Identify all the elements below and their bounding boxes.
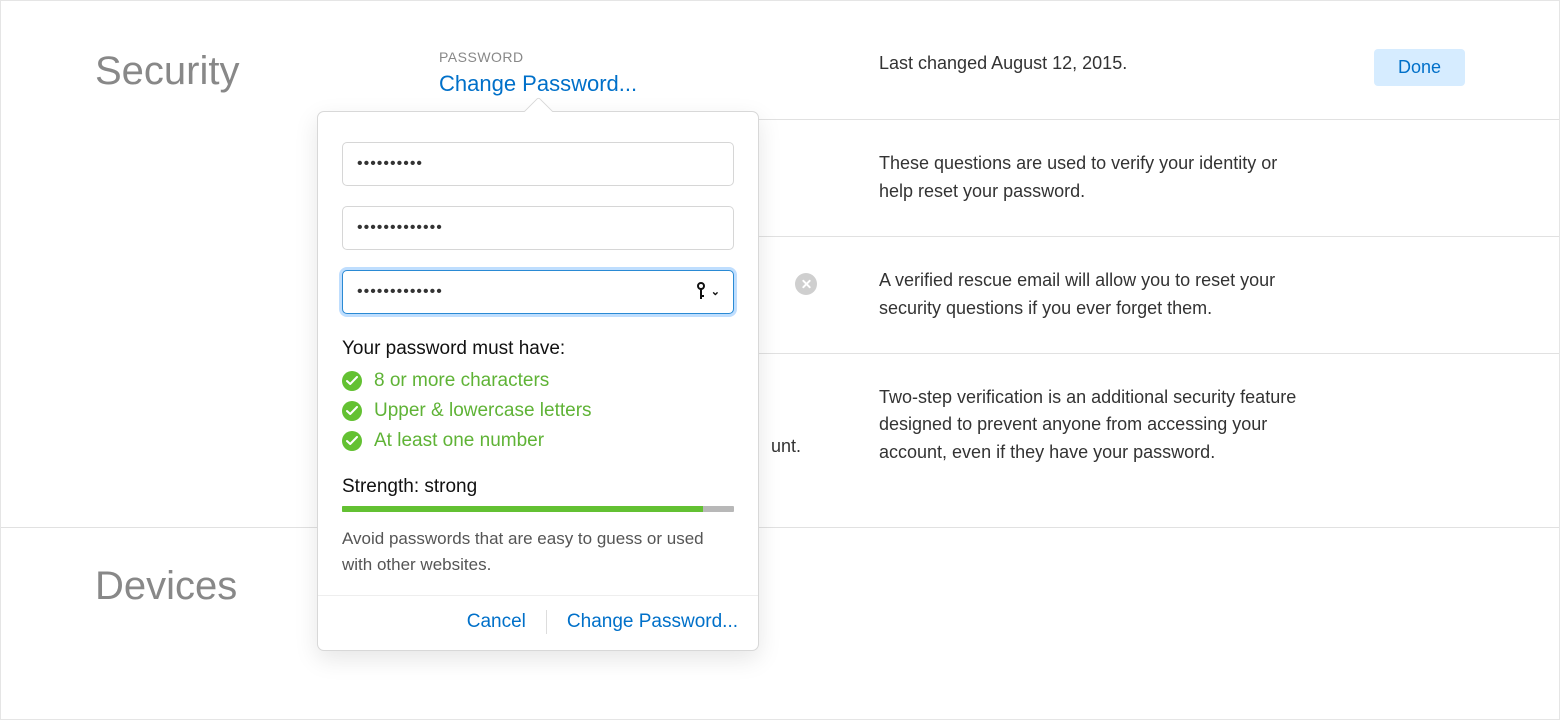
password-advice: Avoid passwords that are easy to guess o… xyxy=(318,512,758,595)
security-heading: Security xyxy=(1,1,341,527)
current-password-input[interactable] xyxy=(342,142,734,186)
checkmark-icon xyxy=(342,431,362,451)
requirement-text: At least one number xyxy=(374,430,544,452)
last-changed-text: Last changed August 12, 2015. xyxy=(879,49,1374,74)
page: Security PASSWORD Change Password... Las… xyxy=(0,0,1560,720)
done-button[interactable]: Done xyxy=(1374,49,1465,86)
password-label: PASSWORD xyxy=(439,49,879,65)
change-password-button[interactable]: Change Password... xyxy=(567,611,738,633)
security-questions-desc: These questions are used to verify your … xyxy=(879,150,1309,206)
strength-label: Strength: strong xyxy=(342,476,734,498)
new-password-input[interactable] xyxy=(342,206,734,250)
devices-heading: Devices xyxy=(1,528,341,609)
two-step-desc: Two-step verification is an additional s… xyxy=(879,384,1309,468)
popover-fields: ⌄ xyxy=(318,112,758,338)
keychain-icon[interactable]: ⌄ xyxy=(695,282,720,300)
change-password-link[interactable]: Change Password... xyxy=(439,71,879,97)
requirement-text: 8 or more characters xyxy=(374,370,549,392)
popover-actions: Cancel Change Password... xyxy=(318,595,758,650)
password-requirements: Your password must have: 8 or more chara… xyxy=(318,338,758,466)
password-block: PASSWORD Change Password... xyxy=(439,49,879,97)
strength-block: Strength: strong xyxy=(318,466,758,512)
confirm-password-wrap: ⌄ xyxy=(342,270,734,338)
requirement-item: Upper & lowercase letters xyxy=(342,400,734,422)
change-password-popover: ⌄ Your password must have: 8 or more cha… xyxy=(317,111,759,651)
cancel-button[interactable]: Cancel xyxy=(467,611,526,633)
requirement-item: At least one number xyxy=(342,430,734,452)
requirement-text: Upper & lowercase letters xyxy=(374,400,592,422)
checkmark-icon xyxy=(342,371,362,391)
confirm-password-input[interactable] xyxy=(342,270,734,314)
rescue-email-desc: A verified rescue email will allow you t… xyxy=(879,267,1309,323)
action-divider xyxy=(546,610,547,634)
devices-section: Devices xyxy=(1,528,1559,609)
requirement-item: 8 or more characters xyxy=(342,370,734,392)
requirements-title: Your password must have: xyxy=(342,338,734,360)
obscured-text-fragment: unt. xyxy=(771,436,801,457)
checkmark-icon xyxy=(342,401,362,421)
password-row: PASSWORD Change Password... Last changed… xyxy=(341,1,1559,119)
chevron-down-icon: ⌄ xyxy=(711,285,720,298)
clear-icon[interactable] xyxy=(795,273,817,295)
